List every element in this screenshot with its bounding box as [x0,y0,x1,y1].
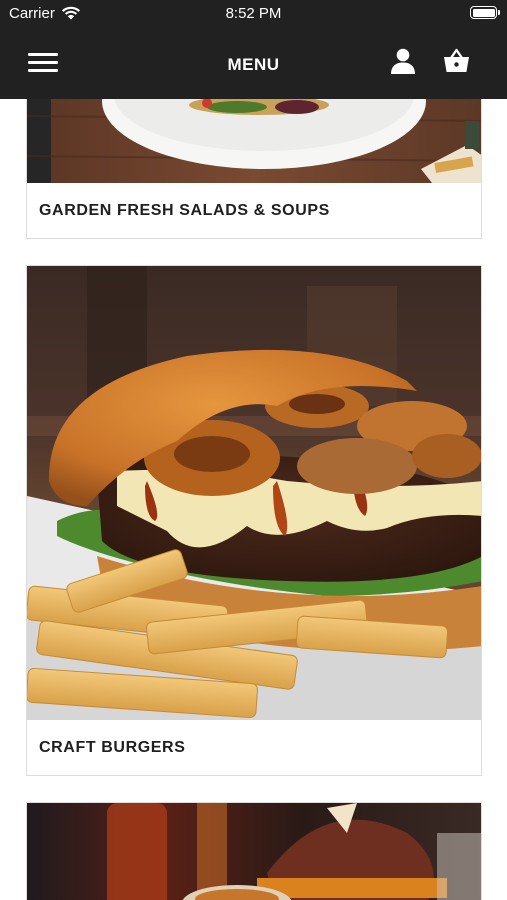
top-bar: Carrier 8:52 PM MENU [0,0,507,99]
battery-icon [470,6,500,19]
status-time: 8:52 PM [225,5,282,22]
burger-photo [27,266,481,720]
category-card-burgers[interactable]: CRAFT BURGERS [26,265,482,776]
status-bar: Carrier 8:52 PM [0,0,507,28]
category-card-appetizers[interactable] [26,802,482,900]
category-label: GARDEN FRESH SALADS & SOUPS [27,183,481,238]
nav-bar: MENU [0,28,507,99]
basket-icon[interactable] [443,47,470,75]
hamburger-menu-icon[interactable] [28,53,58,73]
user-icon[interactable] [390,47,416,75]
appetizer-photo [27,803,481,900]
page-title: MENU [227,55,280,74]
category-label: CRAFT BURGERS [27,720,481,775]
